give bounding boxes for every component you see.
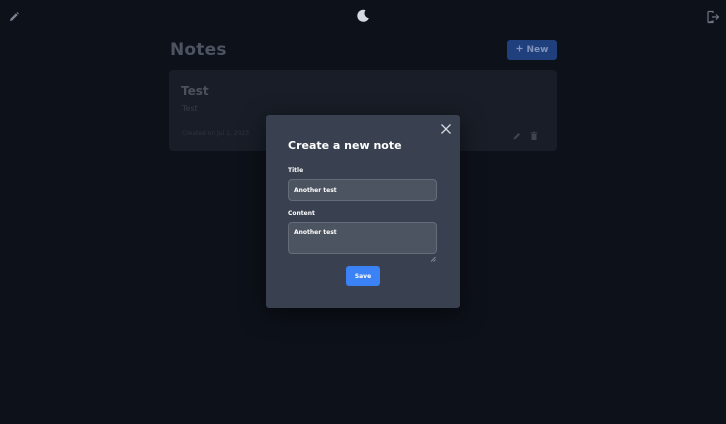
notes-page: Notes New Test Test Created on Jul 1, 20… xyxy=(0,0,726,424)
content-label: Content xyxy=(288,210,315,217)
save-button[interactable]: Save xyxy=(346,266,380,286)
note-title: Test xyxy=(181,84,209,98)
note-date: Created on Jul 1, 2023 xyxy=(182,130,250,137)
title-label: Title xyxy=(288,167,304,174)
create-note-modal: Create a new note Title Content Another … xyxy=(266,115,460,308)
page-title: Notes xyxy=(170,40,227,60)
edit-icon[interactable] xyxy=(512,126,522,140)
title-input[interactable] xyxy=(288,179,437,201)
new-button-label: New xyxy=(526,45,549,55)
note-content: Test xyxy=(182,104,198,113)
close-icon[interactable] xyxy=(439,122,453,136)
modal-title: Create a new note xyxy=(288,139,402,152)
plus-icon xyxy=(516,45,523,55)
new-note-button[interactable]: New xyxy=(507,40,557,60)
pencil-icon[interactable] xyxy=(8,10,20,22)
trash-icon[interactable] xyxy=(529,126,539,140)
resize-handle-icon[interactable] xyxy=(430,247,436,262)
moon-icon[interactable] xyxy=(355,8,371,24)
logout-icon[interactable] xyxy=(706,10,720,24)
content-textarea[interactable]: Another test xyxy=(288,222,437,254)
